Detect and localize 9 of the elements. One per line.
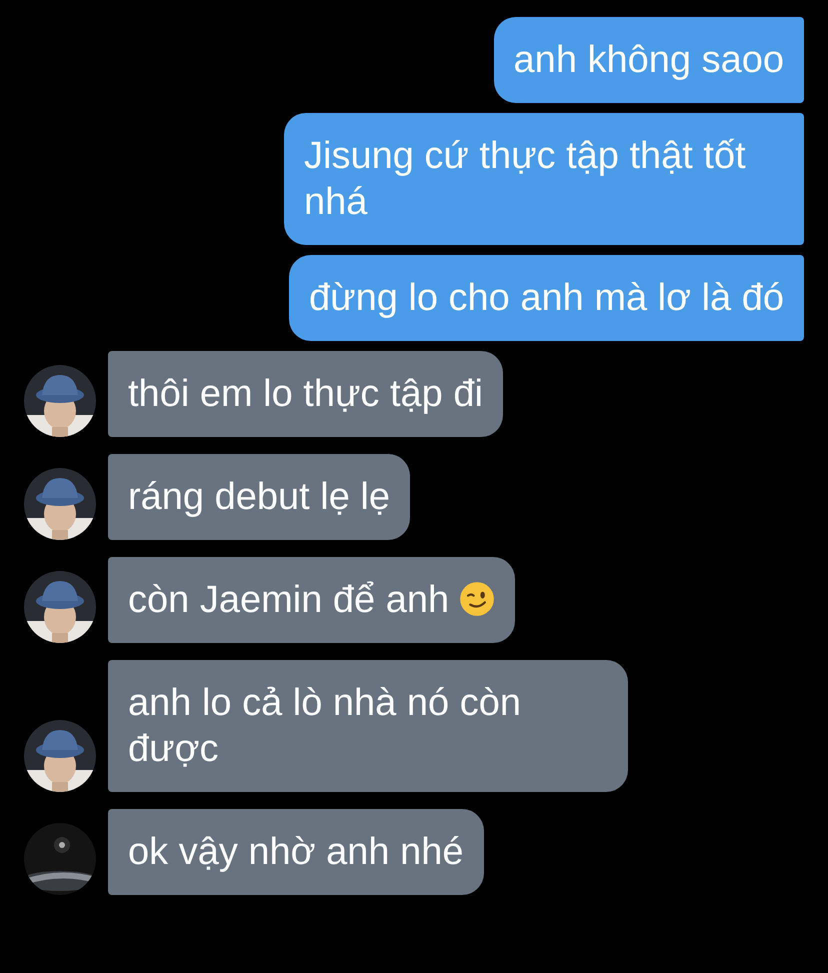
message-text: Jisung cứ thực tập thật tốt nhá	[304, 135, 746, 223]
message-text: ráng debut lẹ lẹ	[128, 476, 390, 518]
message-text: anh không saoo	[514, 39, 784, 81]
message-text: còn Jaemin để anh	[128, 579, 450, 621]
wink-emoji-icon	[459, 581, 496, 617]
message-text: đừng lo cho anh mà lơ là đó	[309, 277, 784, 319]
message-text: thôi em lo thực tập đi	[128, 373, 483, 415]
message-text: ok vậy nhờ anh nhé	[128, 831, 464, 873]
message-text: anh lo cả lò nhà nó còn được	[128, 682, 521, 770]
